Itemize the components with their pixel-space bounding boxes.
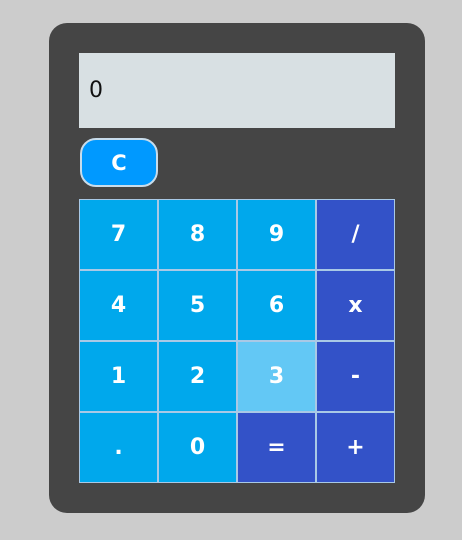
key-0[interactable]: 0 — [158, 412, 237, 483]
key-divide[interactable]: / — [316, 199, 395, 270]
key-add[interactable]: + — [316, 412, 395, 483]
calculator-display: 0 — [79, 53, 395, 128]
key-equals[interactable]: = — [237, 412, 316, 483]
key-6[interactable]: 6 — [237, 270, 316, 341]
key-multiply[interactable]: x — [316, 270, 395, 341]
key-7[interactable]: 7 — [79, 199, 158, 270]
key-3[interactable]: 3 — [237, 341, 316, 412]
key-2[interactable]: 2 — [158, 341, 237, 412]
key-1[interactable]: 1 — [79, 341, 158, 412]
key-8[interactable]: 8 — [158, 199, 237, 270]
keypad: 7 8 9 / 4 5 6 x 1 2 3 - . 0 = + — [79, 199, 395, 483]
key-decimal[interactable]: . — [79, 412, 158, 483]
calculator: 0 C 7 8 9 / 4 5 6 x 1 2 3 - . 0 = + — [49, 23, 425, 513]
clear-button[interactable]: C — [80, 138, 158, 187]
key-subtract[interactable]: - — [316, 341, 395, 412]
key-4[interactable]: 4 — [79, 270, 158, 341]
key-9[interactable]: 9 — [237, 199, 316, 270]
key-5[interactable]: 5 — [158, 270, 237, 341]
